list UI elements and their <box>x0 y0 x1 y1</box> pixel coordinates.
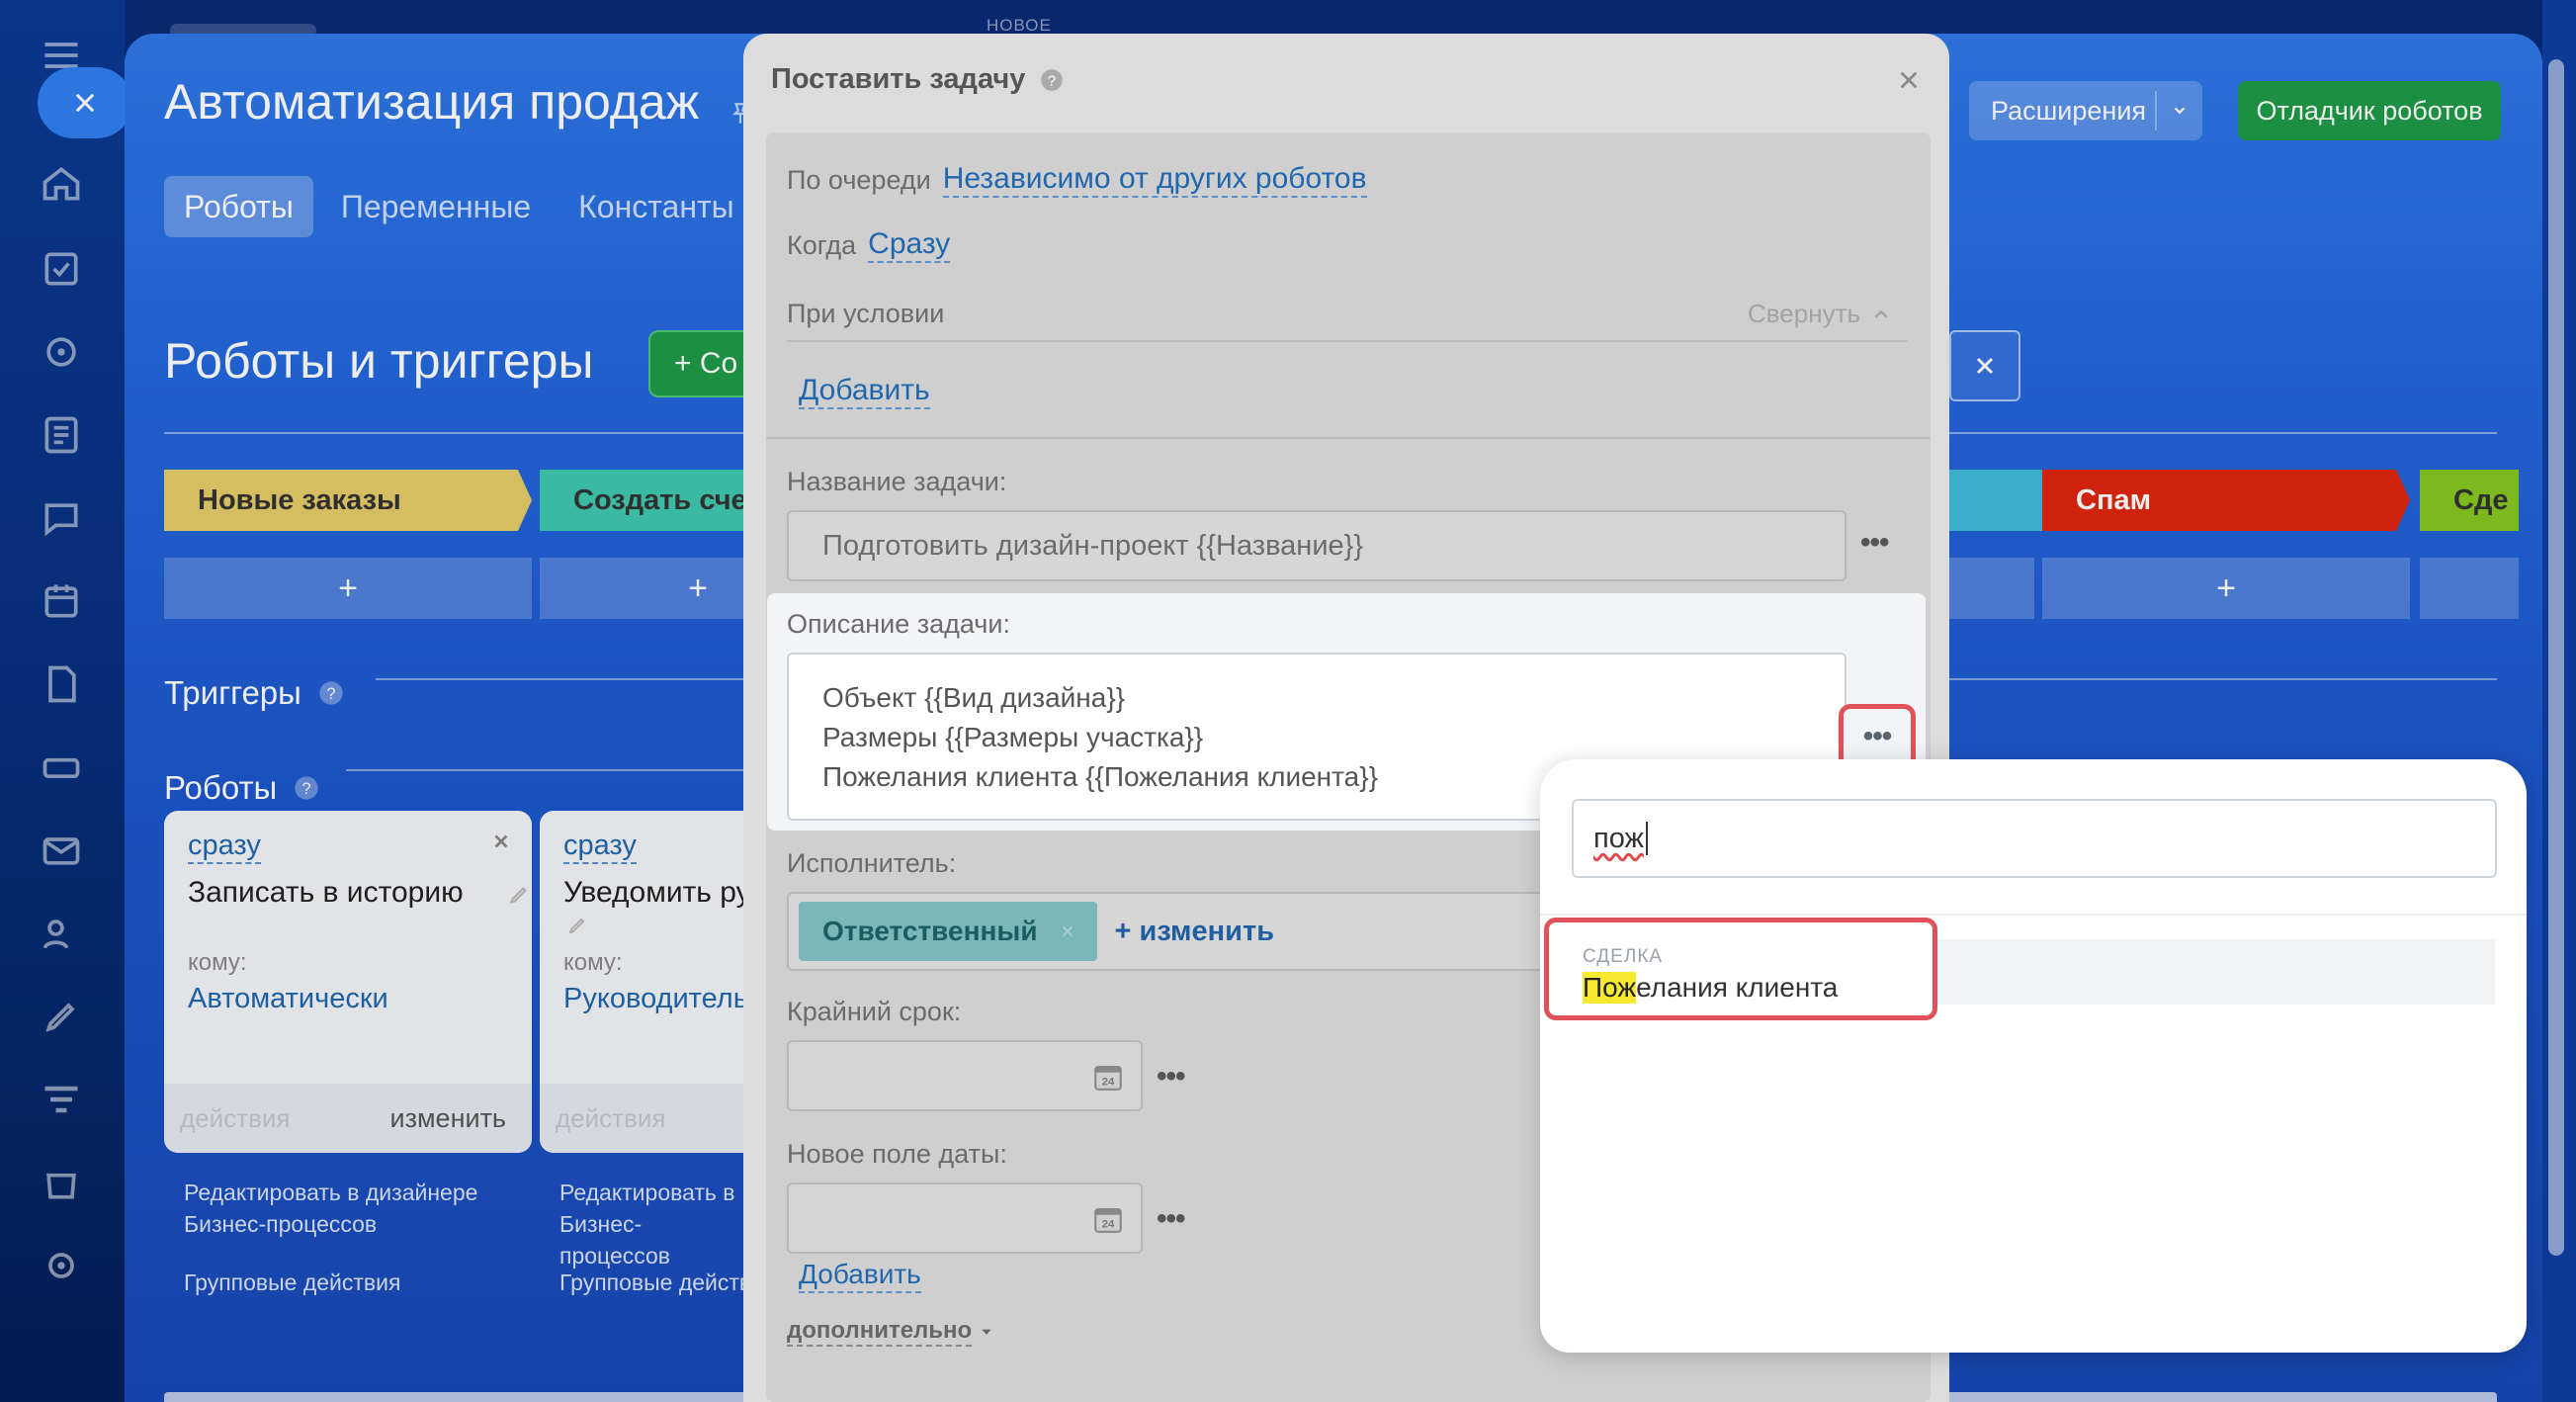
popup-search-value: пож <box>1593 822 1644 854</box>
close-icon[interactable] <box>1898 69 1920 91</box>
result-category: СДЕЛКА <box>1583 946 1664 967</box>
description-line: Объект {{Вид дизайна}} <box>822 682 1126 713</box>
popup-search-input[interactable]: пож <box>1572 799 2497 878</box>
more-options-label: дополнительно <box>787 1317 973 1347</box>
description-label: Описание задачи: <box>787 609 1010 639</box>
calendar-icon[interactable]: 24 <box>1091 1202 1125 1236</box>
more-dots-icon: ••• <box>1862 720 1892 752</box>
svg-text:?: ? <box>1048 72 1056 89</box>
new-date-label: Новое поле даты: <box>787 1139 1007 1169</box>
remove-tag-icon[interactable] <box>1060 923 1075 939</box>
add-condition-link[interactable]: Добавить <box>799 374 930 409</box>
svg-text:24: 24 <box>1102 1219 1115 1231</box>
new-date-input[interactable] <box>787 1183 1143 1254</box>
task-name-value: Подготовить дизайн-проект {{Название}} <box>822 529 1364 562</box>
deadline-label: Крайний срок: <box>787 997 962 1026</box>
add-field-link[interactable]: Добавить <box>799 1258 921 1293</box>
collapse-toggle[interactable]: Свернуть <box>1748 299 1892 329</box>
when-value-link[interactable]: Сразу <box>868 227 951 263</box>
condition-label: При условии <box>787 299 945 328</box>
deadline-input[interactable] <box>787 1040 1143 1111</box>
text-cursor <box>1645 822 1648 855</box>
svg-text:24: 24 <box>1102 1077 1115 1089</box>
assignee-change-link[interactable]: + изменить <box>1115 916 1274 948</box>
result-match-highlight: Пож <box>1583 972 1637 1004</box>
chevron-up-icon <box>1874 309 1888 318</box>
assignee-field[interactable]: Ответственный + изменить <box>787 892 1558 971</box>
divider <box>787 340 1908 342</box>
dialog-title: Поставить задачу <box>771 63 1026 95</box>
queue-label: По очереди <box>787 164 931 195</box>
deadline-insert-button[interactable]: ••• <box>1157 1060 1185 1094</box>
assignee-tag: Ответственный <box>799 902 1097 961</box>
assignee-label: Исполнитель: <box>787 848 957 878</box>
queue-value-link[interactable]: Независимо от других роботов <box>942 162 1367 198</box>
result-label-rest: елания клиента <box>1636 972 1839 1003</box>
new-date-insert-button[interactable]: ••• <box>1157 1202 1185 1236</box>
calendar-icon[interactable]: 24 <box>1091 1060 1125 1094</box>
help-icon[interactable]: ? <box>1039 67 1065 93</box>
collapse-label: Свернуть <box>1748 299 1861 328</box>
variable-search-popup: пож <box>1540 759 2527 1353</box>
when-label: Когда <box>787 229 857 260</box>
search-result-item[interactable]: СДЕЛКА Пож елания клиента <box>1544 918 1937 1020</box>
more-options-toggle[interactable]: дополнительно <box>787 1317 993 1347</box>
task-name-insert-button[interactable]: ••• <box>1860 526 1889 560</box>
assignee-tag-label: Ответственный <box>822 916 1038 946</box>
divider <box>766 437 1931 439</box>
task-name-label: Название задачи: <box>787 467 1007 496</box>
caret-down-icon <box>982 1329 991 1335</box>
task-name-input[interactable]: Подготовить дизайн-проект {{Название}} <box>787 510 1846 581</box>
description-line: Размеры {{Размеры участка}} <box>822 722 1204 752</box>
divider <box>1540 914 2527 916</box>
